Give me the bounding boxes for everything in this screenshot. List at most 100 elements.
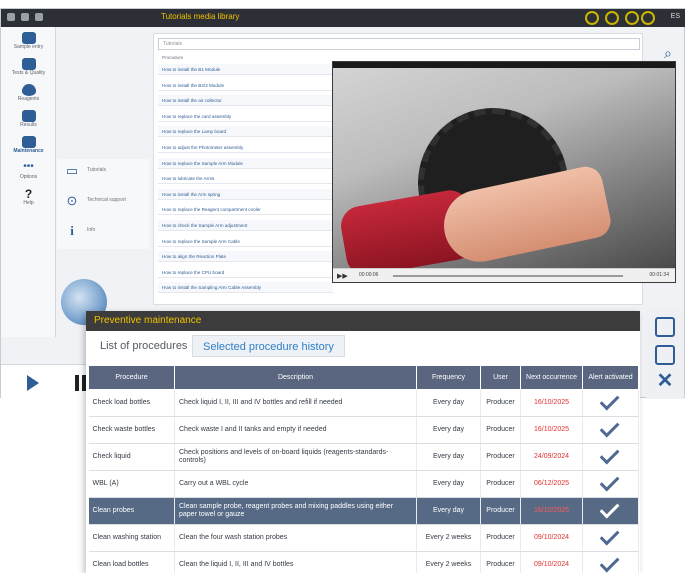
cell-alert-activated[interactable] <box>582 497 639 525</box>
network-icon[interactable] <box>625 11 639 25</box>
cell-description: Clean the four wash station probes <box>174 524 417 552</box>
play-icon[interactable] <box>27 375 39 391</box>
cell-alert-activated[interactable] <box>582 524 639 552</box>
tutorial-list-item[interactable]: How to align the Reaction Plate <box>158 251 333 263</box>
table-row[interactable]: Check waste bottles Check waste I and II … <box>88 416 639 444</box>
cell-alert-activated[interactable] <box>582 443 639 471</box>
cell-frequency: Every day <box>416 497 481 525</box>
sub-item-info[interactable]: i Info <box>61 221 145 243</box>
cell-procedure: Clean probes <box>88 497 175 525</box>
tutorial-search-input[interactable]: Tutorials <box>158 38 640 50</box>
tutorial-list-item[interactable]: How to replace the Reagent compartment c… <box>158 204 333 216</box>
tutorial-list-item[interactable]: How to replace the card assembly <box>158 111 333 122</box>
video-play-icon[interactable]: ▶▶ <box>337 272 348 280</box>
drop-icon <box>21 84 36 96</box>
cell-user: Producer <box>480 416 521 444</box>
maximize-icon[interactable] <box>35 13 43 21</box>
video-player[interactable]: ▶▶ 00:00:06 00:01:34 <box>332 61 676 283</box>
print-icon[interactable] <box>655 317 675 337</box>
cell-alert-activated[interactable] <box>582 551 639 573</box>
cell-procedure: Clean load bottles <box>88 551 175 573</box>
table-row[interactable]: Check load bottles Check liquid I, II, II… <box>88 389 639 417</box>
nav-item-sample-entry[interactable]: Sample entry <box>5 31 52 55</box>
checkmark-icon <box>599 498 619 518</box>
cell-alert-activated[interactable] <box>582 416 639 444</box>
help-icon: ? <box>24 187 33 201</box>
close-icon[interactable]: ✕ <box>655 371 675 391</box>
cell-procedure: Check liquid <box>88 443 175 471</box>
search-icon[interactable]: ⌕ <box>664 45 672 62</box>
tutorial-list-item[interactable]: How to lubricate the Arms <box>158 173 333 185</box>
cell-description: Check positions and levels of on-board l… <box>174 443 417 471</box>
dialog-title-bar: Preventive maintenance <box>86 311 640 331</box>
alarm-icon[interactable] <box>605 11 619 25</box>
table-row[interactable]: Clean probes Clean sample probe, reagent … <box>88 497 639 525</box>
screenshot-stage: Tutorials media library ES Sample entry … <box>0 0 685 573</box>
nav-item-maintenance[interactable]: Maintenance <box>5 135 52 159</box>
tab-list-of-procedures[interactable]: List of procedures <box>90 335 197 357</box>
cell-next-occurrence: 06/12/2025 <box>520 470 583 498</box>
tutorial-list-item[interactable]: How to install the Arm spring <box>158 188 333 200</box>
dialog-tabs: List of procedures Selected procedure hi… <box>86 331 640 361</box>
tab-selected-procedure-history[interactable]: Selected procedure history <box>192 335 345 357</box>
tutorial-list-item[interactable]: How to install the Sampling Arm Cable As… <box>158 282 333 294</box>
right-toolbar: ✕ <box>646 309 684 399</box>
more-icon: ••• <box>23 161 34 172</box>
column-header-next-occurrence[interactable]: Next occurrence <box>520 365 583 390</box>
video-controls: ▶▶ 00:00:06 00:01:34 <box>333 268 675 282</box>
tutorial-list-item[interactable]: How to install the air collector <box>158 95 333 107</box>
info-icon: i <box>70 223 74 238</box>
checkmark-icon <box>599 552 619 572</box>
checkmark-icon <box>599 417 619 437</box>
video-progress-bar[interactable] <box>393 275 623 277</box>
checkmark-icon <box>599 444 619 464</box>
nav-item-tests[interactable]: Tests & Quality <box>5 57 52 81</box>
tutorial-list-item[interactable]: How to replace the Sample Arm Cable <box>158 236 333 247</box>
column-header-description[interactable]: Description <box>174 365 417 390</box>
app-top-bar: Tutorials media library ES <box>1 9 685 27</box>
cell-description: Clean the liquid I, II, III and IV bottl… <box>174 551 417 573</box>
nav-label: Maintenance <box>13 148 44 154</box>
tutorial-list-item[interactable]: How to check the Sample Arm adjustment <box>158 220 333 231</box>
column-header-user[interactable]: User <box>480 365 521 390</box>
tutorial-list-item[interactable]: How to replace the Lamp board <box>158 126 333 138</box>
tutorial-list-item[interactable]: How to replace the CPU board <box>158 267 333 278</box>
column-header-procedure[interactable]: Procedure <box>88 365 175 390</box>
tutorial-list-item[interactable]: How to adjust the Photometer assembly <box>158 142 333 153</box>
status-icon[interactable] <box>585 11 599 25</box>
tutorial-list-item[interactable]: How to install the B2/3 Module <box>158 80 333 91</box>
window-menu-icon[interactable] <box>7 13 15 21</box>
preventive-maintenance-dialog: Preventive maintenance List of procedure… <box>86 311 640 573</box>
cell-next-occurrence: 09/10/2024 <box>520 551 583 573</box>
tutorial-list-item[interactable]: How to replace the Sample Arm Module <box>158 157 333 169</box>
language-label[interactable]: ES <box>671 13 680 20</box>
table-row[interactable]: Clean washing station Clean the four wash… <box>88 524 639 552</box>
cell-alert-activated[interactable] <box>582 470 639 498</box>
table-row[interactable]: Clean load bottles Clean the liquid I, II… <box>88 551 639 573</box>
column-header-alert-activated[interactable]: Alert activated <box>582 365 639 390</box>
cell-description: Clean sample probe, reagent probes and m… <box>174 497 417 525</box>
column-header-frequency[interactable]: Frequency <box>416 365 481 390</box>
cell-next-occurrence: 09/10/2024 <box>520 524 583 552</box>
dialog-title: Preventive maintenance <box>94 315 202 326</box>
nav-item-reagents[interactable]: Reagents <box>5 83 52 107</box>
sub-item-support[interactable]: ⊙ Technical support <box>61 191 145 213</box>
edit-icon[interactable] <box>655 345 675 365</box>
checkmark-icon <box>599 471 619 491</box>
nav-item-options[interactable]: ••• Options <box>5 161 52 185</box>
cell-alert-activated[interactable] <box>582 389 639 417</box>
minimize-icon[interactable] <box>21 13 29 21</box>
table-row[interactable]: WBL (A) Carry out a WBL cycle Every day Pro… <box>88 470 639 498</box>
help-sub-list: ▭ Tutorials ⊙ Technical support i Info <box>57 159 149 249</box>
procedures-table: Procedure Description Frequency User Nex… <box>88 365 639 573</box>
sub-item-tutorials[interactable]: ▭ Tutorials <box>61 161 145 183</box>
user-icon[interactable] <box>641 11 655 25</box>
nav-item-help[interactable]: ? Help <box>5 187 52 211</box>
location-icon: ⊙ <box>66 193 78 208</box>
nav-item-results[interactable]: Results <box>5 109 52 133</box>
checkbox-icon <box>21 58 36 70</box>
nav-label: Tests & Quality <box>11 70 46 76</box>
cell-next-occurrence: 16/10/2025 <box>520 416 583 444</box>
table-row[interactable]: Check liquid Check positions and levels o… <box>88 443 639 471</box>
tutorial-list-item[interactable]: How to install the B1 Module <box>158 64 333 75</box>
